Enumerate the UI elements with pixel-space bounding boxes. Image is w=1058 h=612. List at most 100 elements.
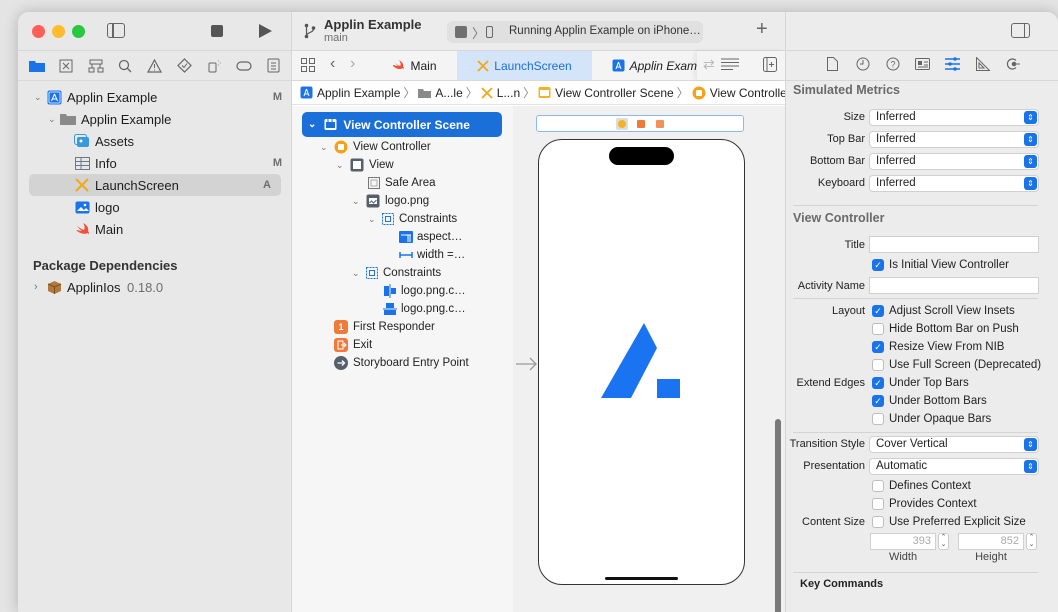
run-button[interactable]	[259, 24, 272, 38]
editor-options-icon[interactable]	[721, 58, 739, 74]
jump-storyboard[interactable]: L...n	[481, 86, 520, 100]
zoom-button[interactable]	[72, 25, 85, 38]
use-full-screen-checkbox[interactable]: Use Full Screen (Deprecated)	[872, 357, 1041, 373]
outline-item-safe-area[interactable]: Safe Area	[368, 174, 436, 192]
file-icon[interactable]	[823, 57, 843, 74]
dock-view-controller-icon[interactable]	[616, 118, 628, 130]
scheme-icon[interactable]	[455, 26, 467, 38]
tree-item-launchscreen[interactable]: LaunchScreen A	[29, 174, 281, 196]
outline-item-constraints[interactable]: ⌄ Constraints	[368, 210, 457, 228]
tree-item-project[interactable]: ⌄ Applin Example M	[18, 86, 292, 108]
jump-scene[interactable]: View Controller Scene	[538, 86, 674, 100]
height-stepper-icon[interactable]: ⌃ ⌄	[1026, 533, 1037, 550]
outline-item-center-y[interactable]: logo.png.c…	[383, 300, 466, 318]
dock-first-responder-icon[interactable]	[637, 120, 645, 128]
chevron-right-icon[interactable]: ›	[34, 281, 38, 293]
iphone-icon[interactable]	[486, 26, 493, 38]
outline-item-constraints-2[interactable]: ⌄ Constraints	[352, 264, 441, 282]
jump-view-controller[interactable]: View Controller	[692, 86, 785, 100]
outline-item-logo-png[interactable]: ⌄ logo.png	[352, 192, 429, 210]
grid-icon[interactable]	[301, 58, 315, 75]
under-top-bars-checkbox[interactable]: ✓ Under Top Bars	[872, 375, 969, 391]
outline-item-first-responder[interactable]: 1 First Responder	[334, 318, 435, 336]
test-icon[interactable]	[175, 57, 195, 75]
close-button[interactable]	[32, 25, 45, 38]
size-icon[interactable]	[973, 56, 993, 74]
chevron-down-icon[interactable]: ⌄	[352, 196, 366, 207]
folder-icon[interactable]	[27, 57, 47, 75]
outline-item-center-x[interactable]: logo.png.c…	[383, 282, 466, 300]
top-bar-popup[interactable]: Inferred ⇕	[869, 131, 1039, 148]
jump-project[interactable]: Applin Example	[300, 86, 400, 100]
tab-launchscreen[interactable]: LaunchScreen	[457, 51, 592, 80]
back-icon[interactable]: ‹	[330, 55, 335, 73]
preferred-explicit-size-checkbox[interactable]: Use Preferred Explicit Size	[872, 514, 1026, 530]
chevron-down-icon[interactable]: ⌄	[48, 114, 56, 125]
under-opaque-bars-checkbox[interactable]: Under Opaque Bars	[872, 411, 991, 427]
activity-status-bar[interactable]: 〉 Running Applin Example on iPhone…	[447, 21, 703, 43]
package-item[interactable]: › ApplinIos 0.18.0	[18, 276, 292, 298]
add-editor-icon[interactable]	[763, 57, 777, 75]
vertical-scrollbar[interactable]	[775, 419, 781, 612]
chevron-down-icon[interactable]: ⌄	[352, 268, 366, 279]
history-icon[interactable]	[853, 57, 873, 74]
storyboard-canvas[interactable]	[513, 106, 785, 612]
tree-item-logo[interactable]: logo	[18, 196, 292, 218]
source-control-icon[interactable]	[56, 57, 76, 75]
outline-item-exit[interactable]: Exit	[334, 336, 372, 354]
width-field[interactable]: 393	[870, 533, 936, 550]
hierarchy-icon[interactable]	[86, 57, 106, 75]
chevron-down-icon[interactable]: ⌄	[320, 142, 334, 153]
help-icon[interactable]: ?	[883, 57, 903, 74]
breakpoint-icon[interactable]	[234, 57, 254, 75]
connections-icon[interactable]	[1003, 57, 1023, 74]
presentation-popup[interactable]: Automatic ⇕	[869, 458, 1039, 475]
is-initial-checkbox[interactable]: ✓ Is Initial View Controller	[872, 257, 1009, 273]
adjust-scroll-insets-checkbox[interactable]: ✓ Adjust Scroll View Insets	[872, 303, 1015, 319]
chevron-down-icon[interactable]: ⌄	[336, 160, 350, 171]
tab-main[interactable]: Main	[372, 51, 457, 80]
outline-item-view[interactable]: ⌄ View	[336, 156, 394, 174]
keyboard-popup[interactable]: Inferred ⇕	[869, 175, 1039, 192]
outline-item-aspect-constraint[interactable]: aspect…	[399, 228, 462, 246]
size-popup[interactable]: Inferred ⇕	[869, 109, 1039, 126]
resize-from-nib-checkbox[interactable]: ✓ Resize View From NIB	[872, 339, 1004, 355]
tree-item-assets[interactable]: Assets	[18, 130, 292, 152]
identity-icon[interactable]	[913, 58, 933, 73]
activity-name-field[interactable]	[869, 277, 1039, 294]
transition-style-popup[interactable]: Cover Vertical ⇕	[869, 436, 1039, 453]
provides-context-checkbox[interactable]: Provides Context	[872, 496, 977, 512]
height-field[interactable]: 852	[958, 533, 1024, 550]
chevron-down-icon[interactable]: ⌄	[34, 92, 42, 103]
related-items-icon[interactable]: ⇄	[703, 56, 715, 73]
tree-item-info[interactable]: Info M	[18, 152, 292, 174]
bottom-bar-popup[interactable]: Inferred ⇕	[869, 153, 1039, 170]
dock-exit-icon[interactable]	[656, 120, 664, 128]
sidebar-toggle-icon[interactable]	[107, 23, 125, 38]
attributes-icon[interactable]	[943, 57, 963, 74]
entry-arrow-icon[interactable]	[516, 357, 538, 371]
tab-applin-example[interactable]: Applin Exam	[592, 51, 697, 80]
tree-item-main[interactable]: Main	[18, 218, 292, 240]
jump-folder[interactable]: A...le	[418, 86, 463, 100]
report-icon[interactable]	[263, 57, 283, 75]
defines-context-checkbox[interactable]: Defines Context	[872, 478, 971, 494]
search-icon[interactable]	[115, 57, 135, 75]
outline-item-width-constraint[interactable]: width =…	[399, 246, 465, 264]
warning-icon[interactable]	[145, 57, 165, 75]
add-button[interactable]: +	[756, 18, 768, 41]
chevron-down-icon[interactable]: ⌄	[308, 119, 316, 130]
minimize-button[interactable]	[52, 25, 65, 38]
inspector-toggle-icon[interactable]	[1011, 23, 1030, 38]
width-stepper-icon[interactable]: ⌃ ⌄	[938, 533, 949, 550]
hide-bottom-bar-checkbox[interactable]: Hide Bottom Bar on Push	[872, 321, 1019, 337]
chevron-down-icon[interactable]: ⌄	[368, 214, 382, 225]
title-field[interactable]	[869, 236, 1039, 253]
debug-icon[interactable]	[204, 57, 224, 75]
iphone-frame[interactable]	[538, 139, 745, 585]
outline-item-view-controller[interactable]: ⌄ View Controller	[320, 138, 431, 156]
forward-icon[interactable]: ›	[350, 55, 355, 73]
stop-button[interactable]	[211, 25, 223, 37]
outline-item-scene[interactable]: ⌄ View Controller Scene	[302, 112, 502, 137]
under-bottom-bars-checkbox[interactable]: ✓ Under Bottom Bars	[872, 393, 987, 409]
